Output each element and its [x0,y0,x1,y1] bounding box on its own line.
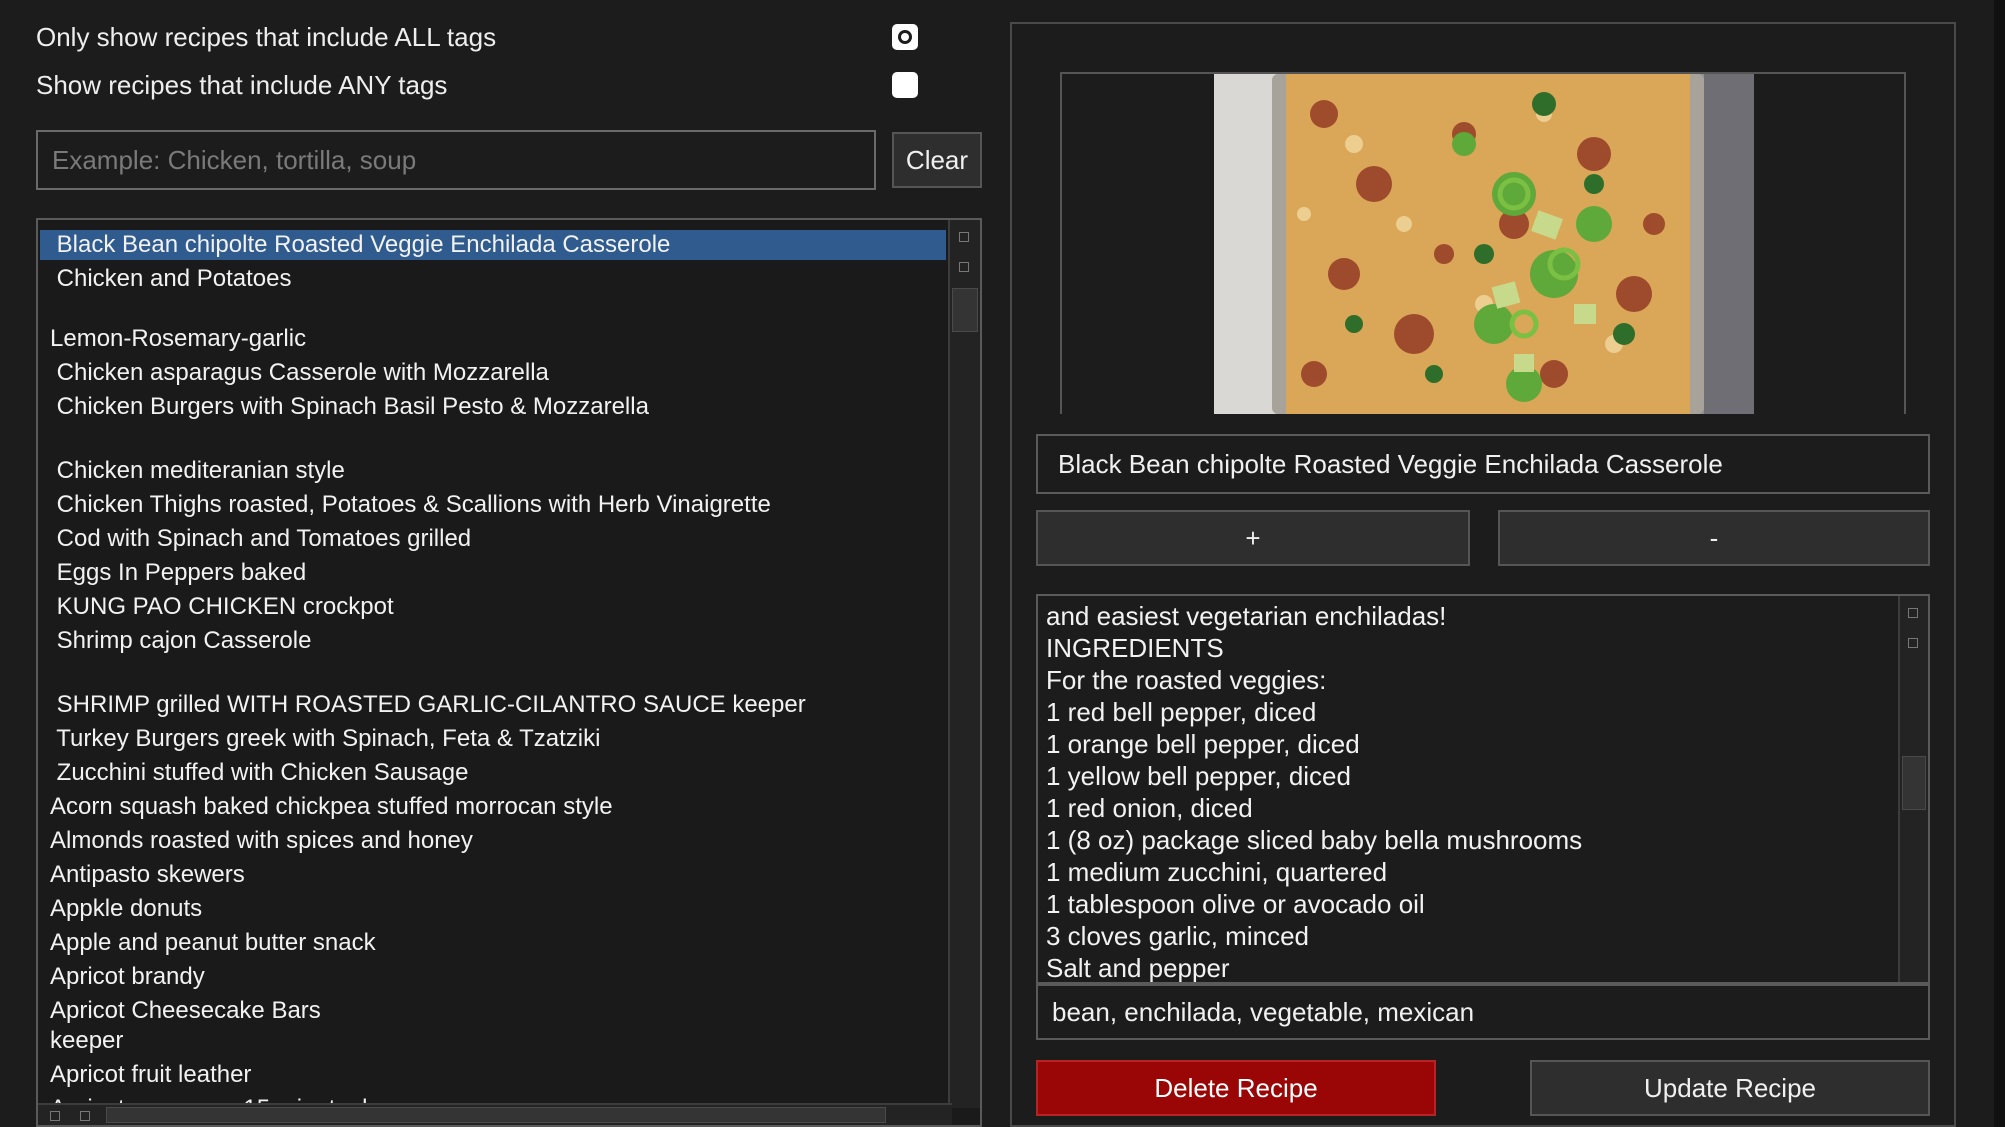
recipe-list-item[interactable]: Apple and peanut butter snack [50,928,376,958]
details-text-line: For the roasted veggies: [1046,665,1327,695]
recipe-list-item[interactable]: Chicken mediteranian style [50,456,345,486]
recipe-photo [1214,74,1754,414]
recipe-list[interactable]: Black Bean chipolte Roasted Veggie Enchi… [36,218,982,1127]
recipe-list-item[interactable]: Eggs In Peppers baked [50,558,307,588]
details-vertical-scrollbar[interactable] [1898,596,1928,982]
recipe-image-frame [1060,72,1906,414]
details-text-line: 1 tablespoon olive or avocado oil [1046,889,1425,919]
recipe-list-item[interactable]: Almonds roasted with spices and honey [50,826,473,856]
details-text-line: 1 medium zucchini, quartered [1046,857,1388,887]
details-scroll-thumb[interactable] [1902,756,1926,810]
search-input[interactable] [36,130,876,190]
recipe-list-item[interactable]: KUNG PAO CHICKEN crockpot [50,592,394,622]
recipe-list-item[interactable]: Apricot brandy [50,962,205,992]
all-tags-label: Only show recipes that include ALL tags [36,22,497,52]
recipe-list-item[interactable]: keeper [50,1026,123,1056]
details-text-line: 1 red onion, diced [1046,793,1253,823]
list-vertical-scrollbar[interactable] [948,220,980,1108]
list-horizontal-scrollbar[interactable] [38,1103,952,1125]
recipe-list-item[interactable]: Antipasto skewers [50,860,245,890]
details-text-line: Salt and pepper [1046,953,1230,983]
recipe-list-item[interactable]: Apricot Cheesecake Bars [50,996,321,1026]
recipe-list-item[interactable]: Chicken asparagus Casserole with Mozzare… [50,358,549,388]
delete-recipe-button[interactable]: Delete Recipe [1036,1060,1436,1116]
all-tags-checkbox[interactable] [892,24,918,50]
recipe-tags-field[interactable]: bean, enchilada, vegetable, mexican [1036,984,1930,1040]
recipe-list-item[interactable]: Cod with Spinach and Tomatoes grilled [50,524,471,554]
recipe-details-text[interactable]: and easiest vegetarian enchiladas! INGRED… [1036,594,1930,984]
recipe-list-item[interactable]: Acorn squash baked chickpea stuffed morr… [50,792,613,822]
recipe-list-item[interactable]: SHRIMP grilled WITH ROASTED GARLIC-CILAN… [50,690,806,720]
recipe-title-field[interactable]: Black Bean chipolte Roasted Veggie Enchi… [1036,434,1930,494]
recipe-list-item[interactable]: Chicken Thighs roasted, Potatoes & Scall… [50,490,771,520]
recipe-list-item[interactable]: Appkle donuts [50,894,202,924]
any-tags-label: Show recipes that include ANY tags [36,70,448,100]
recipe-list-item[interactable]: Black Bean chipolte Roasted Veggie Enchi… [40,230,946,260]
adjacent-window-edge [1994,0,2005,1127]
recipe-list-item[interactable]: Apricot fruit leather [50,1060,251,1090]
details-text-line: 3 cloves garlic, minced [1046,921,1309,951]
details-scroll-down-arrow[interactable] [1908,638,1918,648]
details-text-line: 1 red bell pepper, diced [1046,697,1317,727]
recipe-list-item[interactable]: Turkey Burgers greek with Spinach, Feta … [50,724,600,754]
recipe-list-item[interactable]: Shrimp cajon Casserole [50,626,312,656]
details-text-line: 1 yellow bell pepper, diced [1046,761,1351,791]
details-text-line: INGREDIENTS [1046,633,1224,663]
recipe-list-item[interactable]: Chicken Burgers with Spinach Basil Pesto… [50,392,649,422]
recipe-list-item[interactable]: Lemon-Rosemary-garlic [50,324,306,354]
recipe-list-item[interactable]: Chicken and Potatoes [50,264,292,294]
details-scroll-up-arrow[interactable] [1908,608,1918,618]
details-text-line: 1 (8 oz) package sliced baby bella mushr… [1046,825,1583,855]
details-text-line: 1 orange bell pepper, diced [1046,729,1360,759]
update-recipe-button[interactable]: Update Recipe [1530,1060,1930,1116]
scroll-right-arrow[interactable] [80,1111,90,1121]
add-button[interactable]: + [1036,510,1470,566]
any-tags-checkbox[interactable] [892,72,918,98]
clear-button[interactable]: Clear [892,132,982,188]
details-text-line: and easiest vegetarian enchiladas! [1046,601,1447,631]
list-scroll-thumb[interactable] [952,288,978,332]
remove-button[interactable]: - [1498,510,1930,566]
scroll-up-arrow[interactable] [959,232,969,242]
list-hscroll-thumb[interactable] [106,1107,886,1123]
scroll-left-arrow[interactable] [50,1111,60,1121]
scroll-down-arrow[interactable] [959,262,969,272]
recipe-list-item[interactable]: Zucchini stuffed with Chicken Sausage [50,758,469,788]
